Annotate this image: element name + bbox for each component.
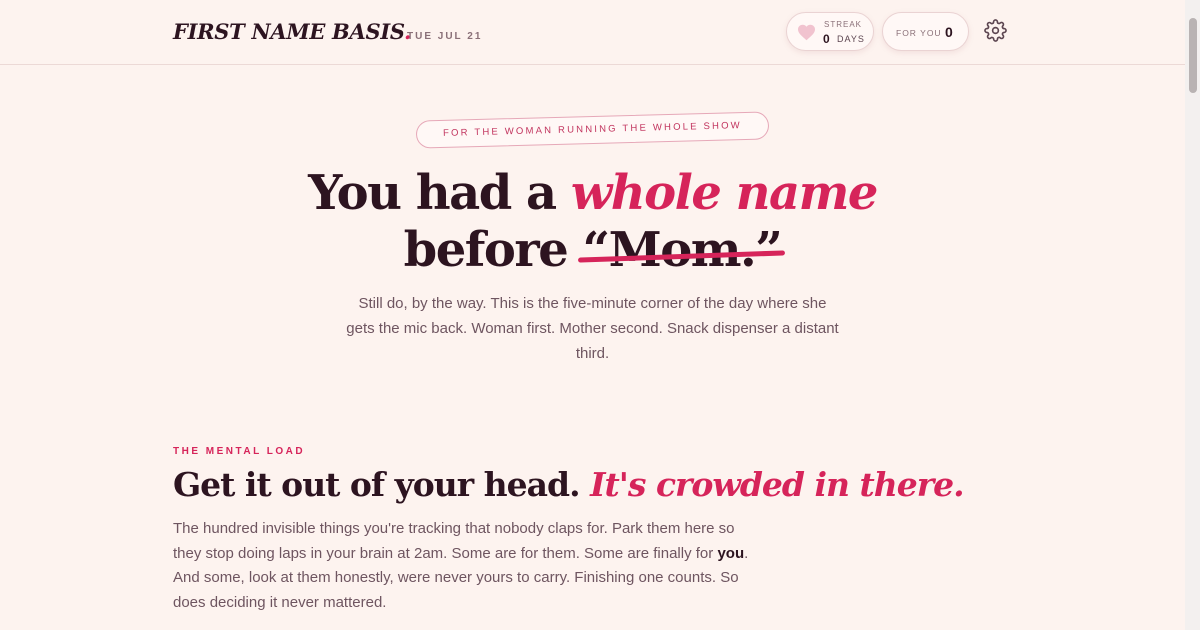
section-eyebrow: THE MENTAL LOAD (173, 446, 306, 457)
section-body-bold: you (717, 544, 745, 562)
heart-icon (798, 24, 815, 41)
streak-unit: DAYS (837, 34, 865, 44)
section-title: Get it out of your head. It's crowded in… (173, 465, 965, 504)
scrollbar-thumb[interactable] (1189, 18, 1197, 93)
section-body: The hundred invisible things you're trac… (173, 517, 753, 615)
streak-label: STREAK (824, 20, 863, 29)
streak-value: 0 (823, 32, 830, 46)
section-body-before: The hundred invisible things you're trac… (173, 520, 735, 562)
section-title-plain: Get it out of your head. (173, 465, 591, 504)
hero-line2-plain: before (403, 222, 583, 278)
hero-line1-accent: whole name (570, 165, 879, 221)
top-bar: FIRST NAME BASIS. TUE JUL 21 STREAK 0 DA… (0, 0, 1185, 65)
logo-text: FIRST NAME BASIS (173, 19, 404, 44)
gear-icon[interactable] (984, 19, 1007, 42)
hero-line1-plain: You had a (308, 165, 571, 221)
hero-tagline: FOR THE WOMAN RUNNING THE WHOLE SHOW (415, 111, 770, 149)
for-you-count: 0 (945, 24, 953, 40)
hero-title-line1: You had a whole name (0, 165, 1185, 222)
section-title-accent: It's crowded in there. (590, 465, 965, 504)
for-you-label: FOR YOU (896, 28, 942, 38)
hero-subtitle: Still do, by the way. This is the five-m… (346, 295, 839, 362)
struck-word-text: “Mom.” (582, 222, 782, 278)
logo[interactable]: FIRST NAME BASIS. (173, 19, 411, 44)
streak-badge[interactable]: STREAK 0 DAYS (786, 12, 874, 51)
page-scrollbar[interactable] (1185, 0, 1200, 630)
current-date: TUE JUL 21 (407, 31, 483, 42)
struck-word: “Mom.” (578, 222, 786, 279)
for-you-button[interactable]: FOR YOU 0 (882, 12, 969, 51)
hero-title-line2: before “Mom.” (0, 222, 1185, 279)
